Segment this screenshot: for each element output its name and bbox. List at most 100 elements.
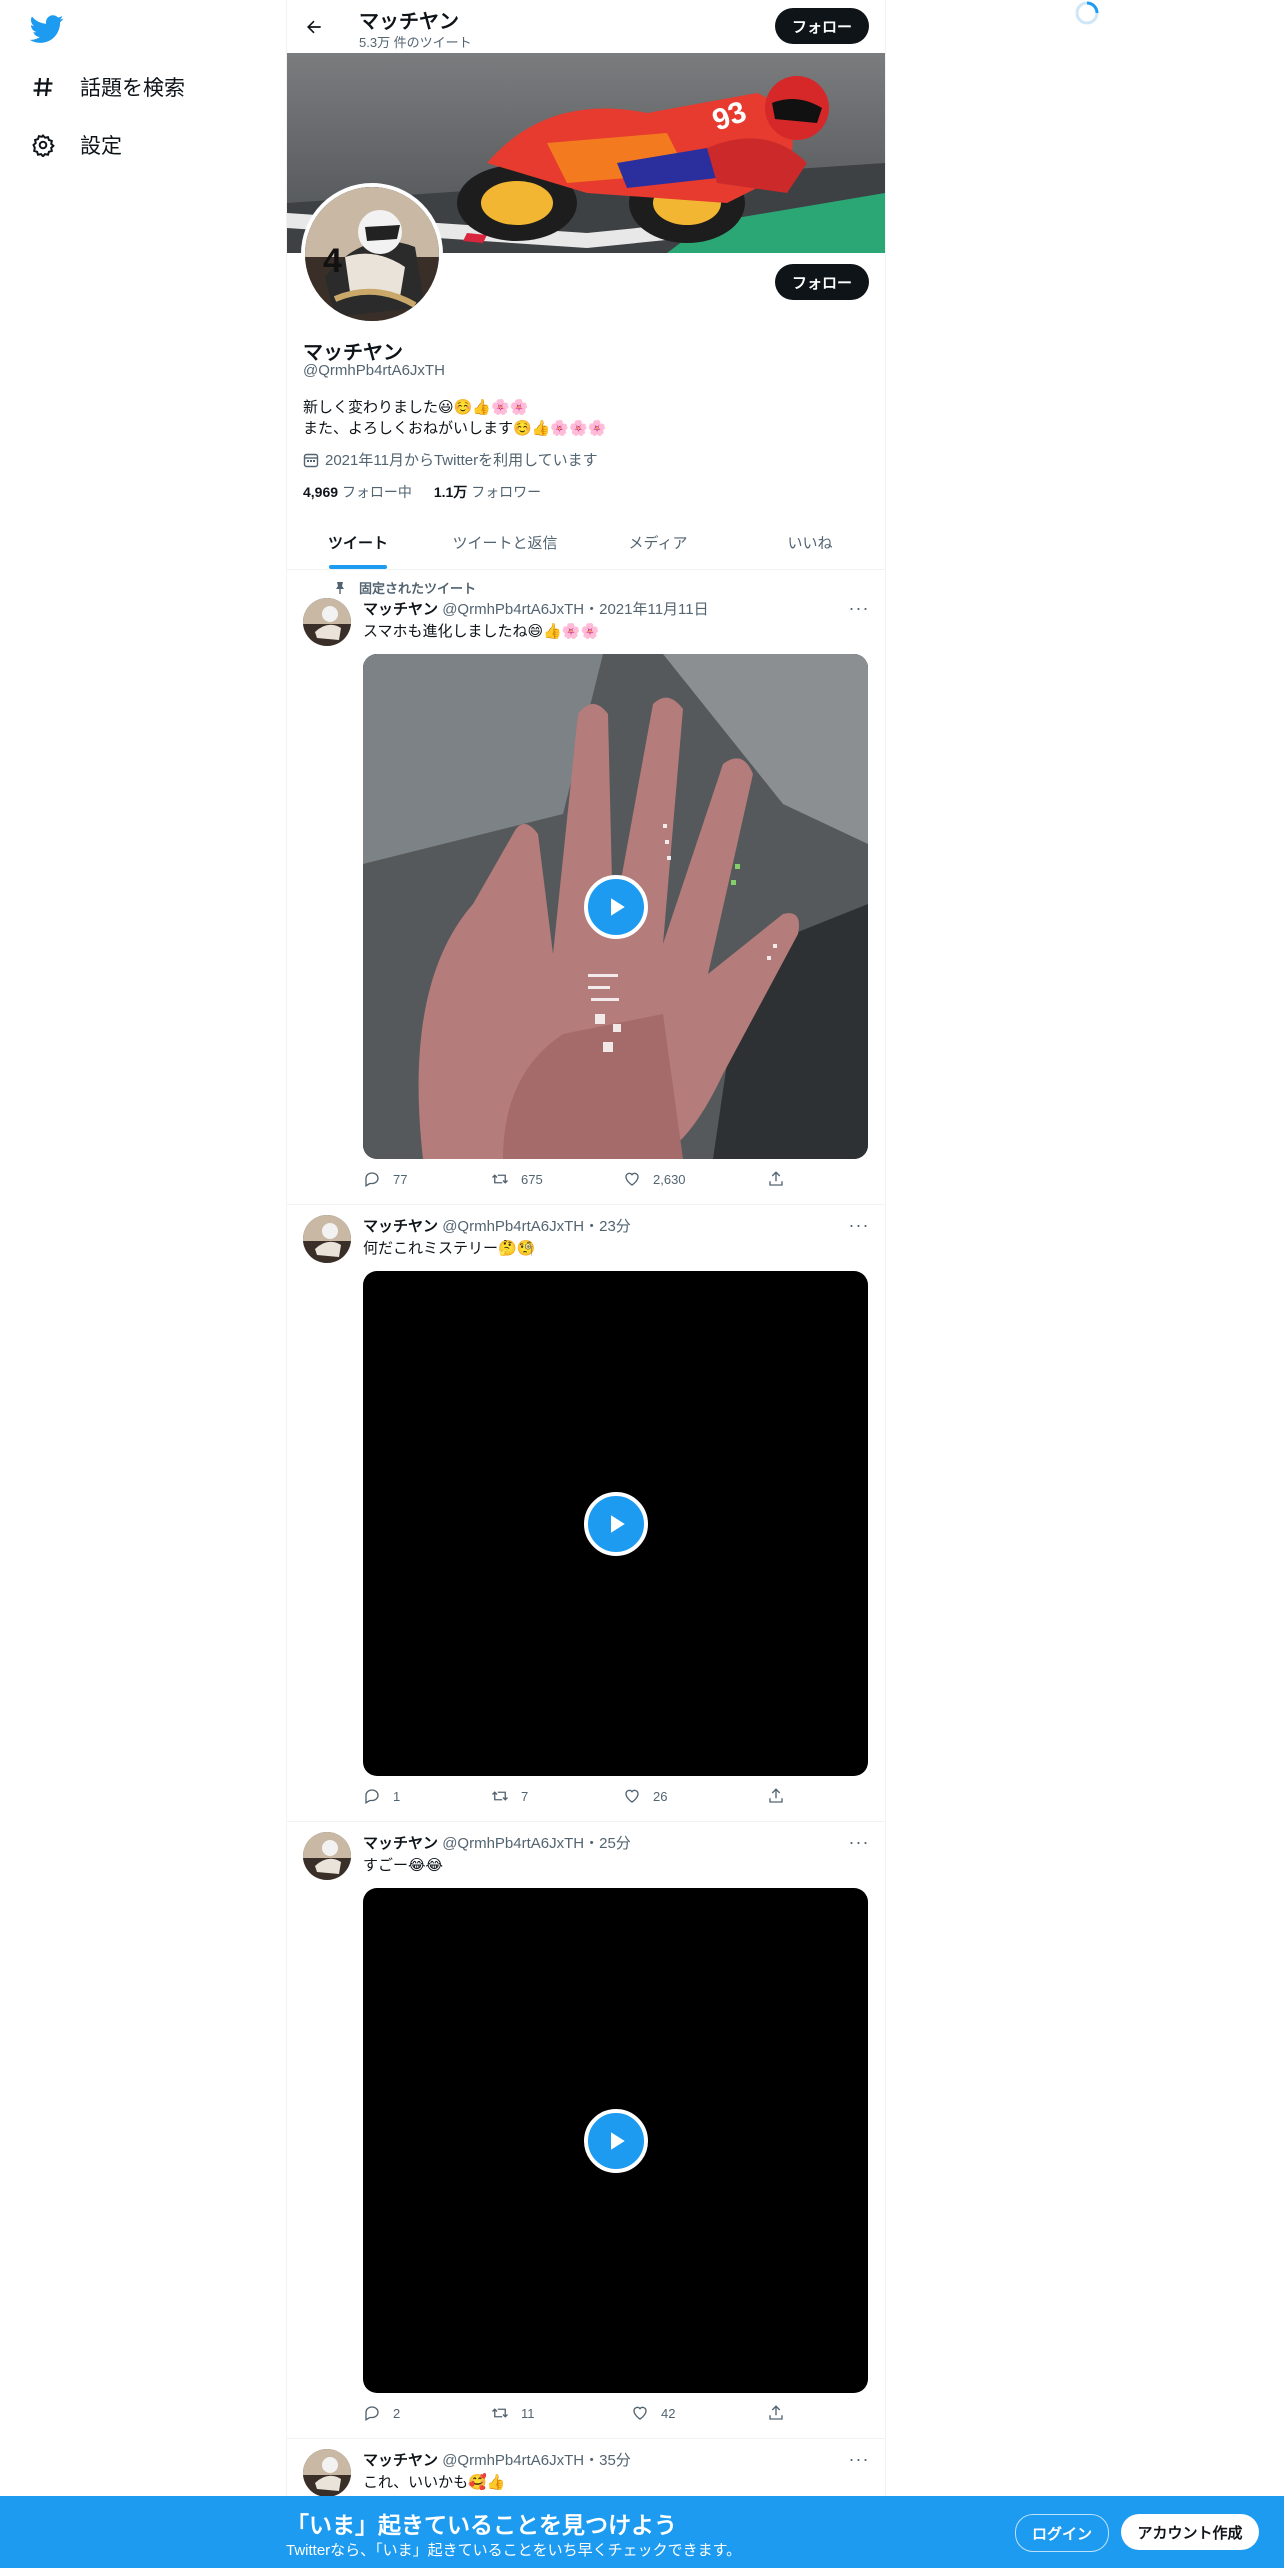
tweet-header: マッチヤン @QrmhPb4rtA6JxTH・35分 [363,2449,631,2470]
reply-count: 1 [393,1788,401,1804]
profile-follow-button[interactable]: フォロー [775,264,869,300]
following-link[interactable]: 4,969 フォロー中 [303,484,412,500]
share-icon [769,1171,783,1186]
reply-button[interactable]: 77 [363,1170,407,1188]
tweet-avatar[interactable] [303,1215,351,1263]
tweet-header: マッチヤン @QrmhPb4rtA6JxTH・25分 [363,1832,631,1853]
header-follow-button[interactable]: フォロー [775,8,869,44]
header-tweet-count: 5.3万 件のツイート [359,35,472,50]
like-button[interactable]: 42 [631,2404,675,2422]
tweet-handle-time[interactable]: @QrmhPb4rtA6JxTH・25分 [442,1835,631,1852]
svg-text:4: 4 [323,242,342,280]
retweet-count: 7 [521,1788,529,1804]
play-icon[interactable] [583,874,648,939]
tweet-avatar[interactable] [303,1832,351,1880]
hashtag-icon [30,74,56,100]
back-button[interactable] [297,10,331,44]
loading-spinner-icon [1074,0,1100,26]
share-button[interactable] [767,2404,797,2422]
more-options-icon[interactable]: ··· [847,1215,871,1235]
tweet-text: 何だこれミステリー🤔🧐 [363,1240,536,1257]
share-button[interactable] [767,1170,797,1188]
retweet-count: 11 [521,2405,535,2421]
like-button[interactable]: 2,630 [623,1170,686,1188]
tweet-text: すごー😂😂 [363,1857,444,1874]
tweet-header: マッチヤン @QrmhPb4rtA6JxTH・23分 [363,1215,631,1236]
tweet[interactable]: マッチヤン @QrmhPb4rtA6JxTH・25分 ··· すごー😂😂 2 1… [287,1822,885,2439]
tweet-author-name[interactable]: マッチヤン [363,2452,438,2469]
followers-link[interactable]: 1.1万 フォロワー [434,484,541,500]
pin-icon [336,581,344,594]
like-count: 42 [661,2405,676,2421]
tweet-header: マッチヤン @QrmhPb4rtA6JxTH・2021年11月11日 [363,598,709,619]
nav-explore-label: 話題を検索 [80,77,185,100]
tweet-text: スマホも進化しましたね😄👍🌸🌸 [363,623,600,640]
reply-count: 77 [393,1171,408,1187]
tweet-author-name[interactable]: マッチヤン [363,601,438,618]
more-options-icon[interactable]: ··· [847,598,871,618]
tweet-handle-time[interactable]: @QrmhPb4rtA6JxTH・2021年11月11日 [442,601,708,618]
profile-tabs: ツイート ツイートと返信 メディア いいね [287,516,885,570]
tweet[interactable]: マッチヤン @QrmhPb4rtA6JxTH・23分 ··· 何だこれミステリー… [287,1205,885,1822]
tweet-video[interactable] [363,654,868,1159]
tab-likes[interactable]: いいね [735,516,885,569]
following-label: フォロー中 [341,484,412,500]
followers-label: フォロワー [471,484,542,500]
tweet-pinned[interactable]: 固定されたツイート マッチヤン @QrmhPb4rtA6JxTH・2021年11… [287,570,885,1205]
tab-tweets-and-replies[interactable]: ツイートと返信 [429,516,581,569]
tab-tweets[interactable]: ツイート [287,516,429,569]
tweet-avatar[interactable] [303,2449,351,2497]
retweet-icon [492,1791,508,1801]
profile-header-bar: マッチヤン 5.3万 件のツイート フォロー [287,0,885,53]
tweet-actions: 1 7 26 [363,1787,793,1811]
share-icon [769,2405,783,2420]
play-icon[interactable] [583,1491,648,1556]
tweet-video[interactable] [363,1271,868,1776]
twitter-logo[interactable] [29,12,64,46]
profile-handle: @QrmhPb4rtA6JxTH [303,362,445,379]
signup-button[interactable]: アカウント作成 [1121,2514,1259,2550]
tweet-avatar[interactable] [303,598,351,646]
share-icon [769,1788,783,1803]
more-options-icon[interactable]: ··· [847,2449,871,2469]
retweet-button[interactable]: 7 [491,1787,528,1805]
retweet-button[interactable]: 675 [491,1170,543,1188]
reply-icon [365,2406,379,2421]
nav-explore[interactable]: 話題を検索 [30,67,185,107]
gear-icon [30,132,56,158]
like-button[interactable]: 26 [623,1787,667,1805]
signup-banner: 「いま」起きていることを見つけよう Twitterなら、「いま」起きていることを… [0,2496,1284,2568]
tweet-actions: 2 11 42 [363,2404,793,2428]
tweet-handle-time[interactable]: @QrmhPb4rtA6JxTH・23分 [442,1218,631,1235]
following-count: 4,969 [303,484,339,500]
profile-bio: 新しく変わりました😃☺️👍🌸🌸 また、よろしくおねがいします☺️👍🌸🌸🌸 [303,397,606,439]
main-column: マッチヤン 5.3万 件のツイート フォロー 93 4 フォロー マッチヤン @… [286,0,886,2568]
bio-line-2: また、よろしくおねがいします☺️👍🌸🌸🌸 [303,420,607,437]
tweet-handle-time[interactable]: @QrmhPb4rtA6JxTH・35分 [442,2452,631,2469]
reply-count: 2 [393,2405,401,2421]
calendar-icon [303,453,319,467]
more-options-icon[interactable]: ··· [847,1832,871,1852]
nav-settings[interactable]: 設定 [30,125,122,165]
signup-banner-subtitle: Twitterなら、「いま」起きていることをいち早くチェックできます。 [286,2542,742,2559]
heart-icon [625,1172,639,1186]
reply-button[interactable]: 2 [363,2404,400,2422]
reply-icon [365,1789,379,1804]
tweet-text: これ、いいかも🥰👍 [363,2474,506,2491]
tweet-video[interactable] [363,1888,868,2393]
profile-name: マッチヤン [303,342,403,364]
share-button[interactable] [767,1787,797,1805]
tweet-author-name[interactable]: マッチヤン [363,1835,438,1852]
retweet-button[interactable]: 11 [491,2404,535,2422]
retweet-icon [492,1174,508,1184]
reply-button[interactable]: 1 [363,1787,400,1805]
signup-banner-title: 「いま」起きていることを見つけよう [286,2512,677,2538]
tab-media[interactable]: メディア [581,516,735,569]
login-button[interactable]: ログイン [1015,2514,1109,2552]
profile-avatar[interactable]: 4 [301,183,443,325]
retweet-icon [492,2408,508,2418]
like-count: 26 [653,1788,668,1804]
heart-icon [633,2406,647,2420]
tweet-author-name[interactable]: マッチヤン [363,1218,438,1235]
play-icon[interactable] [583,2108,648,2173]
